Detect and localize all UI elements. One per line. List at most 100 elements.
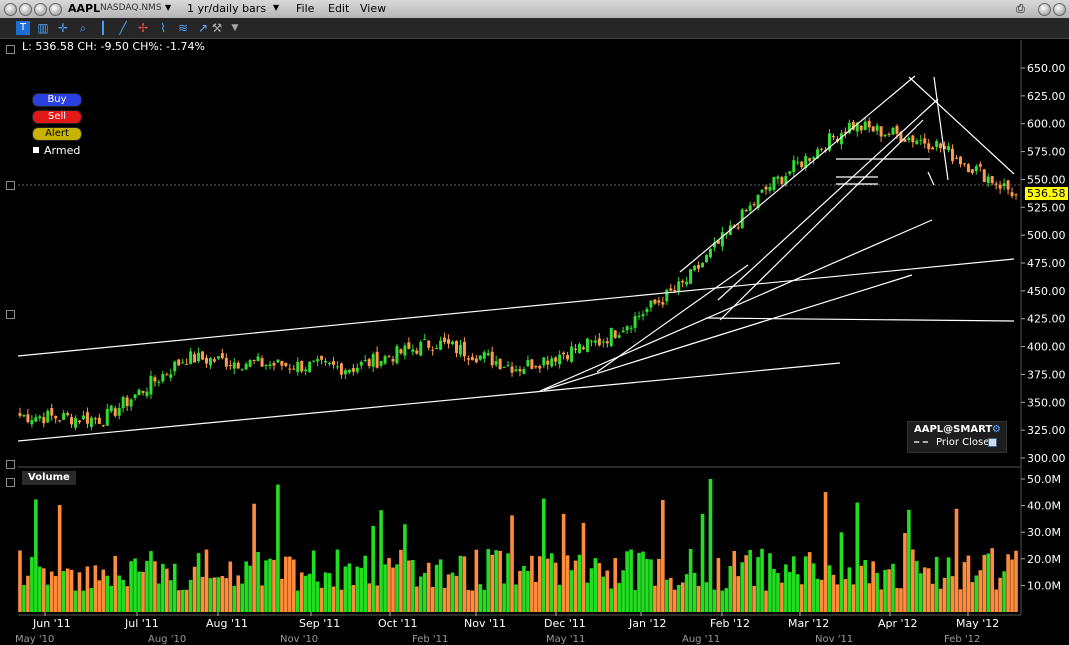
volume-bar: [395, 564, 399, 612]
volume-bar: [327, 573, 332, 612]
candle-body: [546, 360, 550, 365]
volume-bar: [466, 590, 471, 612]
candle-body: [137, 389, 141, 396]
candle-body: [244, 363, 248, 370]
volume-bar: [22, 585, 26, 612]
candle-body: [431, 349, 435, 351]
candle-body: [419, 341, 423, 356]
volume-bar: [907, 509, 911, 612]
volume-bar: [256, 551, 260, 612]
volume-bar: [589, 568, 594, 612]
volume-bar: [538, 556, 542, 612]
volume-bar: [494, 550, 498, 612]
volume-bar: [458, 555, 463, 612]
candle-body: [958, 156, 962, 165]
alert-button[interactable]: Alert: [32, 127, 82, 141]
candle-body: [232, 362, 236, 369]
volume-bar: [994, 589, 998, 612]
candle-body: [260, 358, 264, 367]
volume-bar: [930, 583, 935, 612]
volume-bar: [478, 584, 483, 612]
volume-bar: [311, 550, 316, 612]
candle-body: [117, 407, 121, 416]
price-chart[interactable]: 650.00 625.00 600.00 575.00 550.00 525.00 500.…: [0, 0, 1069, 645]
volume-bar: [188, 579, 193, 612]
candle-body: [907, 137, 911, 140]
volume-bar: [1014, 550, 1018, 612]
candle-body: [522, 369, 526, 375]
sell-button[interactable]: Sell: [32, 110, 82, 124]
x-tick-label: Sep '11: [299, 617, 340, 630]
volume-bar: [391, 567, 395, 612]
volume-bar: [200, 576, 205, 612]
overview-label: Aug '11: [682, 634, 720, 645]
panel-handle-icon[interactable]: [6, 181, 15, 190]
candle-body: [597, 338, 601, 346]
trendline: [933, 76, 949, 181]
candle-body: [272, 363, 276, 366]
volume-bar: [934, 557, 939, 612]
volume-bar: [665, 579, 669, 612]
trendline: [705, 317, 1015, 322]
buy-button[interactable]: Buy: [32, 93, 82, 107]
armed-checkbox-icon[interactable]: [33, 147, 39, 153]
candle-body: [605, 341, 609, 344]
candle-body: [415, 350, 419, 354]
candle-body: [708, 249, 712, 258]
volume-bar: [780, 582, 784, 612]
volume-bar: [569, 570, 574, 612]
candle-body: [312, 360, 316, 362]
volume-bar: [220, 576, 225, 612]
candle-body: [173, 361, 177, 372]
candle-body: [566, 355, 570, 360]
panel-collapse-icon[interactable]: [6, 45, 15, 54]
prior-close-checkbox[interactable]: [988, 438, 997, 447]
panel-handle-icon[interactable]: [6, 310, 15, 319]
candle-body: [939, 143, 943, 149]
volume-tick-label: 40.0M: [1027, 500, 1061, 513]
candle-body: [355, 367, 359, 372]
candle-body: [34, 417, 38, 422]
volume-bar: [708, 479, 713, 612]
price-tick-label: 475.00: [1027, 257, 1066, 270]
candle-body: [411, 349, 415, 352]
candle-body: [470, 356, 474, 361]
candle-body: [764, 186, 768, 190]
volume-bar: [585, 582, 590, 612]
trendline: [539, 219, 933, 392]
volume-bar: [49, 571, 54, 612]
volume-bar: [633, 590, 637, 612]
candle-body: [947, 146, 951, 151]
candle-body: [427, 340, 431, 348]
trendline-group: [17, 75, 1015, 442]
volume-bar: [867, 583, 871, 612]
candle-body: [736, 227, 740, 229]
panel-handle-icon[interactable]: [6, 460, 15, 469]
legend-settings-icon[interactable]: ⚙: [992, 424, 1001, 435]
volume-bar: [688, 548, 693, 612]
x-tick-label: Nov '11: [464, 617, 506, 630]
volume-bar: [942, 577, 947, 612]
volume-bar: [855, 502, 860, 612]
last-price-tag: 536.58: [1025, 187, 1068, 200]
candle-body: [391, 358, 395, 362]
volume-bar: [565, 555, 570, 612]
volume-bar: [399, 549, 403, 612]
volume-bar: [284, 556, 288, 612]
candle-body: [280, 361, 284, 366]
candle-body: [351, 368, 355, 372]
volume-bar: [859, 565, 864, 612]
volume-bar: [684, 574, 689, 612]
volume-bar: [657, 558, 661, 612]
volume-bar: [815, 578, 820, 612]
volume-bar: [641, 551, 645, 612]
volume-panel-close-icon[interactable]: [6, 478, 15, 487]
price-tick-label: 575.00: [1027, 146, 1066, 159]
candle-body: [558, 354, 562, 365]
volume-bar: [962, 562, 967, 612]
volume-bar: [712, 589, 717, 612]
volume-bar: [573, 560, 578, 612]
armed-toggle[interactable]: Armed: [33, 144, 80, 157]
candle-body: [677, 281, 681, 292]
volume-bar: [788, 572, 792, 612]
